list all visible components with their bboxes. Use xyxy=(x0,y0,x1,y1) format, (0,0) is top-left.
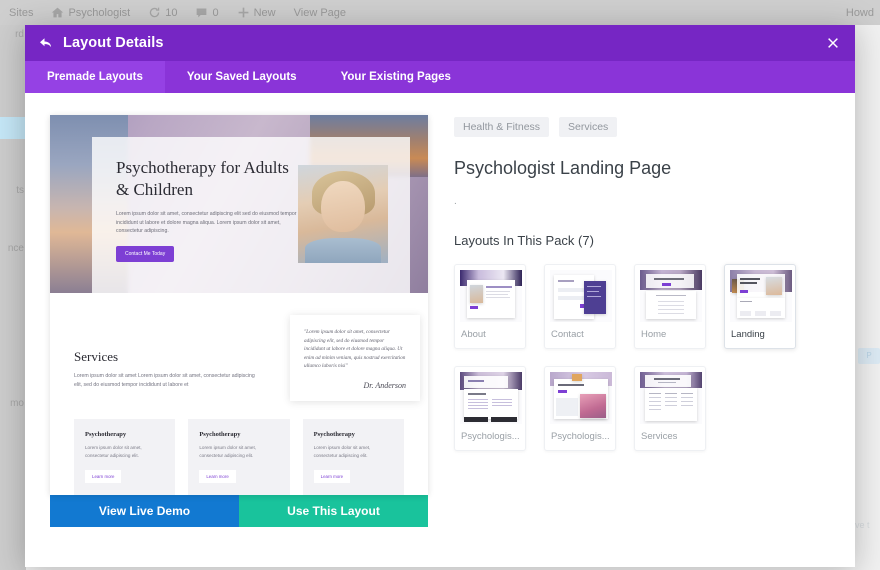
updates-icon xyxy=(148,6,161,19)
hero-cta-button[interactable]: Contact Me Today xyxy=(116,245,175,262)
layout-card-label: Home xyxy=(641,329,667,340)
tag-row: Health & Fitness Services xyxy=(454,117,830,137)
testimonial-card: "Lorem ipsum dolor sit amet, consectetur… xyxy=(290,315,420,401)
plus-icon xyxy=(237,6,250,19)
tag-services[interactable]: Services xyxy=(559,117,618,137)
use-this-layout-button[interactable]: Use This Layout xyxy=(239,495,428,527)
layout-card-home[interactable]: Home xyxy=(634,264,706,349)
preview-action-bar: View Live Demo Use This Layout xyxy=(50,495,428,527)
layout-card-about[interactable]: About xyxy=(454,264,526,349)
service-card-title: Psychotherapy xyxy=(85,431,127,438)
layout-card-label: Services xyxy=(641,431,678,442)
admin-bar-comments[interactable]: 0 xyxy=(186,0,227,25)
admin-bar-site-label: Psychologist xyxy=(68,6,131,19)
layouts-in-pack-grid: About Contact Home Landing Psychologis..… xyxy=(454,264,830,451)
admin-bar-howdy[interactable]: Howd xyxy=(837,0,880,25)
layout-preview-frame[interactable]: Psychotherapy for Adults & Children Lore… xyxy=(50,115,428,495)
background-publish-button[interactable]: P xyxy=(858,348,880,364)
layout-card-label: Contact xyxy=(551,329,584,340)
layout-thumbnail xyxy=(640,270,702,322)
services-card-grid: Psychotherapy Lorem ipsum dolor sit amet… xyxy=(74,419,404,495)
preview-services-section: "Lorem ipsum dolor sit amet, consectetur… xyxy=(50,315,428,495)
admin-bar-howdy-label: Howd xyxy=(845,6,874,19)
sidebar-active-highlight xyxy=(0,117,26,139)
services-paragraph: Lorem ipsum dolor sit amet Lorem ipsum d… xyxy=(74,373,255,388)
tab-your-saved-layouts[interactable]: Your Saved Layouts xyxy=(165,61,319,93)
sidebar-item-demo[interactable]: mo xyxy=(0,398,26,409)
layout-card-label: Psychologis... xyxy=(551,431,610,442)
modal-tab-bar: Premade Layouts Your Saved Layouts Your … xyxy=(25,61,855,93)
layout-thumbnail xyxy=(460,372,522,424)
tab-your-existing-pages[interactable]: Your Existing Pages xyxy=(319,61,473,93)
layout-thumbnail xyxy=(550,270,612,322)
layout-card-label: About xyxy=(461,329,486,340)
pack-count-heading: Layouts In This Pack (7) xyxy=(454,233,594,248)
layout-card-label: Landing xyxy=(731,329,765,340)
layout-card-psychologist-1[interactable]: Psychologis... xyxy=(454,366,526,451)
layout-card-contact[interactable]: Contact xyxy=(544,264,616,349)
service-card-title: Psychotherapy xyxy=(313,431,355,438)
close-icon[interactable] xyxy=(811,25,855,61)
service-card-text: Lorem ipsum dolor sit amet, consectetur … xyxy=(313,445,371,458)
admin-bar-sites[interactable]: Sites xyxy=(0,0,42,25)
layout-thumbnail xyxy=(640,372,702,424)
admin-bar-updates[interactable]: 10 xyxy=(139,0,186,25)
hero-paragraph: Lorem ipsum dolor sit amet, consectetur … xyxy=(116,211,297,234)
portrait-face xyxy=(321,180,365,232)
service-card-link[interactable]: Learn more xyxy=(85,470,122,483)
portrait-shirt xyxy=(305,237,381,263)
modal-title: Layout Details xyxy=(63,35,164,51)
layout-preview-column: Psychotherapy for Adults & Children Lore… xyxy=(50,115,428,567)
layout-card-services[interactable]: Services xyxy=(634,366,706,451)
service-card-title: Psychotherapy xyxy=(199,431,241,438)
admin-bar-view-page-label: View Page xyxy=(293,6,347,19)
sidebar-item-appearance[interactable]: nce xyxy=(0,243,26,254)
tag-health-fitness[interactable]: Health & Fitness xyxy=(454,117,550,137)
service-card-text: Lorem ipsum dolor sit amet, consectetur … xyxy=(199,445,257,458)
wp-admin-bar: Sites Psychologist 10 0 New View Page Ho… xyxy=(0,0,880,25)
service-card-link[interactable]: Learn more xyxy=(199,470,236,483)
admin-bar-site-name[interactable]: Psychologist xyxy=(42,0,139,25)
hero-portrait-image xyxy=(298,165,388,263)
testimonial-signature: Dr. Anderson xyxy=(363,380,406,390)
service-card-text: Lorem ipsum dolor sit amet, consectetur … xyxy=(85,445,142,458)
admin-bar-updates-count: 10 xyxy=(165,6,178,19)
layout-card-psychologist-2[interactable]: Psychologis... xyxy=(544,366,616,451)
preview-hero-section: Psychotherapy for Adults & Children Lore… xyxy=(50,115,428,293)
pack-title: Psychologist Landing Page xyxy=(454,158,672,178)
layout-thumbnail xyxy=(730,270,792,322)
layout-card-landing[interactable]: Landing xyxy=(724,264,796,349)
wp-admin-sidebar: rd ts nce mo xyxy=(0,25,26,570)
home-icon xyxy=(51,6,64,19)
view-live-demo-button[interactable]: View Live Demo xyxy=(50,495,239,527)
testimonial-text: "Lorem ipsum dolor sit amet, consectetur… xyxy=(304,329,406,370)
modal-body: Psychotherapy for Adults & Children Lore… xyxy=(25,93,855,567)
layout-preview-scroll: Psychotherapy for Adults & Children Lore… xyxy=(50,115,428,495)
layout-details-column: Health & Fitness Services Psychologist L… xyxy=(454,115,830,567)
service-card: Psychotherapy Lorem ipsum dolor sit amet… xyxy=(188,419,290,495)
admin-bar-new[interactable]: New xyxy=(228,0,285,25)
modal-header: Layout Details xyxy=(25,25,855,61)
sidebar-item-dashboard[interactable]: rd xyxy=(0,29,26,40)
layout-details-modal: Layout Details Premade Layouts Your Save… xyxy=(25,25,855,567)
service-card-link[interactable]: Learn more xyxy=(313,470,351,483)
comment-icon xyxy=(195,6,208,19)
back-arrow-icon[interactable] xyxy=(38,35,54,51)
service-card: Psychotherapy Lorem ipsum dolor sit amet… xyxy=(74,419,176,495)
hero-content-card: Psychotherapy for Adults & Children Lore… xyxy=(92,137,410,293)
admin-bar-comments-count: 0 xyxy=(212,6,219,19)
tab-premade-layouts[interactable]: Premade Layouts xyxy=(25,61,165,93)
service-card: Psychotherapy Lorem ipsum dolor sit amet… xyxy=(302,419,404,495)
hero-heading: Psychotherapy for Adults & Children xyxy=(116,158,289,199)
admin-bar-view-page[interactable]: View Page xyxy=(285,0,355,25)
layout-thumbnail xyxy=(460,270,522,322)
layout-card-label: Psychologis... xyxy=(461,431,520,442)
layout-thumbnail xyxy=(550,372,612,424)
sidebar-item-posts[interactable]: ts xyxy=(0,185,26,196)
admin-bar-new-label: New xyxy=(253,6,276,19)
admin-bar-sites-label: Sites xyxy=(9,6,34,19)
pack-description: . xyxy=(454,196,457,207)
